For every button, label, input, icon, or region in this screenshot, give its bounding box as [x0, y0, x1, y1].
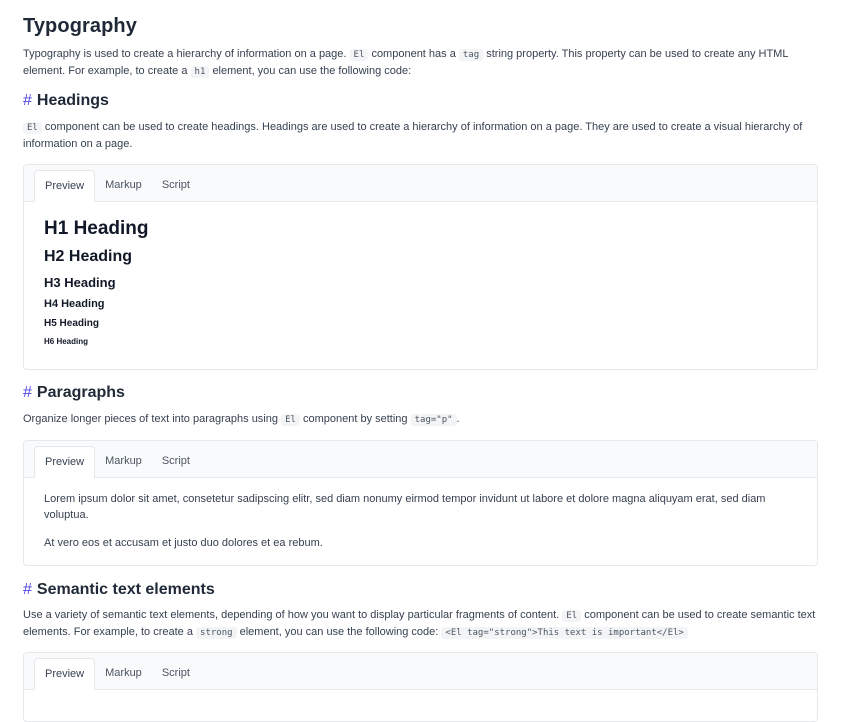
tab-script[interactable]: Script — [152, 446, 200, 477]
intro-text-4: element, you can use the following code: — [212, 65, 412, 77]
semantic-example-card: Preview Markup Script — [23, 652, 818, 722]
example-tabs: Preview Markup Script — [24, 165, 817, 202]
paragraphs-text-1: Organize longer pieces of text into para… — [23, 413, 278, 425]
semantic-text-3: element, you can use the following code: — [239, 626, 439, 638]
anchor-hash-link[interactable]: # — [23, 581, 32, 599]
paragraphs-example-card: Preview Markup Script Lorem ipsum dolor … — [23, 440, 818, 566]
headings-text: component can be used to create headings… — [23, 121, 803, 150]
section-title: Semantic text elements — [36, 581, 215, 598]
inline-code-tag-p: tag="p" — [410, 414, 457, 426]
tab-preview[interactable]: Preview — [34, 446, 96, 478]
inline-code-el: El — [349, 49, 369, 61]
inline-code-el: El — [562, 610, 582, 622]
inline-code-strong: strong — [196, 627, 237, 639]
preview-h6: H6 Heading — [44, 337, 89, 346]
section-heading-headings: # Headings — [23, 92, 818, 110]
preview-h1: H1 Heading — [44, 218, 149, 239]
tab-preview[interactable]: Preview — [34, 658, 96, 690]
preview-h5: H5 Heading — [44, 318, 100, 329]
preview-paragraph-2: At vero eos et accusam et justo duo dolo… — [44, 537, 323, 549]
preview-h4: H4 Heading — [44, 298, 105, 310]
tab-markup[interactable]: Markup — [95, 170, 152, 201]
paragraphs-text-3: . — [456, 413, 460, 425]
inline-code-h1: h1 — [190, 66, 210, 78]
section-heading-paragraphs: # Paragraphs — [23, 384, 818, 402]
tab-markup[interactable]: Markup — [95, 446, 152, 477]
inline-code-el: El — [23, 122, 42, 134]
intro-text-2: component has a — [371, 48, 456, 60]
example-tabs: Preview Markup Script — [24, 441, 817, 478]
headings-preview: H1 Heading H2 Heading H3 Heading H4 Head… — [24, 218, 817, 346]
tab-markup[interactable]: Markup — [95, 658, 152, 689]
inline-code-el: El — [281, 414, 300, 426]
headings-example-card: Preview Markup Script H1 Heading H2 Head… — [23, 164, 818, 370]
paragraphs-text-2: component by setting — [302, 413, 408, 425]
preview-h3: H3 Heading — [44, 275, 116, 290]
paragraphs-description: Organize longer pieces of text into para… — [23, 411, 818, 428]
example-tabs: Preview Markup Script — [24, 653, 817, 690]
inline-code-example: <El tag="strong">This text is important<… — [441, 627, 688, 639]
page-title: Typography — [23, 15, 137, 37]
paragraphs-preview: Lorem ipsum dolor sit amet, consetetur s… — [24, 478, 817, 551]
headings-description: El component can be used to create headi… — [23, 119, 818, 152]
section-title: Headings — [36, 92, 109, 109]
tab-preview[interactable]: Preview — [34, 170, 96, 202]
semantic-text-1: Use a variety of semantic text elements,… — [23, 609, 560, 621]
anchor-hash-link[interactable]: # — [23, 384, 32, 402]
preview-h2: H2 Heading — [44, 248, 133, 265]
section-title: Paragraphs — [36, 384, 125, 401]
tab-script[interactable]: Script — [152, 170, 200, 201]
inline-code-tag: tag — [458, 49, 484, 61]
semantic-description: Use a variety of semantic text elements,… — [23, 607, 818, 641]
tab-script[interactable]: Script — [152, 658, 200, 689]
anchor-hash-link[interactable]: # — [23, 92, 32, 110]
intro-text-1: Typography is used to create a hierarchy… — [23, 48, 347, 60]
section-heading-semantic: # Semantic text elements — [23, 581, 818, 599]
intro-paragraph: Typography is used to create a hierarchy… — [23, 46, 818, 80]
preview-paragraph-1: Lorem ipsum dolor sit amet, consetetur s… — [44, 493, 766, 521]
